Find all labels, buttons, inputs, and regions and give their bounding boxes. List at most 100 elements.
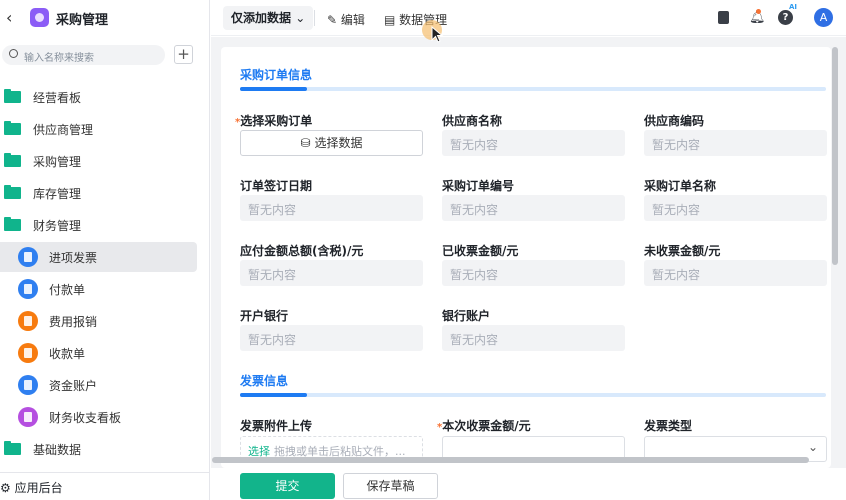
field-label: 供应商名称 — [442, 114, 503, 128]
gear-icon: ⚙ — [0, 481, 11, 495]
document-icon — [18, 247, 38, 267]
section-title-order: 采购订单信息 — [240, 68, 313, 82]
app-backend-link[interactable]: ⚙ 应用后台 — [0, 472, 210, 496]
field-label-invoice-amount: *本次收票金额/元 — [437, 419, 531, 433]
field-label: 订单签订日期 — [240, 179, 313, 193]
save-draft-button[interactable]: 保存草稿 — [343, 473, 438, 499]
sidebar-item-label: 基础数据 — [33, 442, 82, 457]
sidebar-item-payment[interactable]: 付款单 — [0, 274, 197, 304]
ai-badge: AI — [789, 3, 798, 11]
sidebar-item-label: 财务收支看板 — [49, 410, 122, 425]
chevron-left-icon[interactable]: ‹ — [6, 8, 12, 27]
order-date-field[interactable]: 暂无内容 — [240, 195, 423, 221]
sidebar-item-label: 费用报销 — [49, 314, 98, 329]
sidebar-item-label: 库存管理 — [33, 186, 82, 201]
sidebar-item-expense[interactable]: 费用报销 — [0, 306, 197, 336]
sidebar-item-label: 供应商管理 — [33, 122, 94, 137]
sidebar-item-label: 付款单 — [49, 282, 86, 297]
field-label: 应付金额总额(含税)/元 — [240, 244, 364, 258]
folder-icon — [4, 89, 21, 103]
sidebar: ‹ 采购管理 输入名称来搜索 + 经营看板 供应商管理 采购管理 库存管理 财务… — [0, 0, 210, 500]
app-title: 采购管理 — [56, 13, 109, 28]
sidebar-item-finance-dashboard[interactable]: 财务收支看板 — [0, 402, 197, 432]
mode-dropdown[interactable]: 仅添加数据 ⌄ — [223, 6, 314, 30]
add-button[interactable]: + — [174, 45, 193, 64]
edit-button[interactable]: ✎ 编辑 — [327, 11, 365, 28]
field-label: 已收票金额/元 — [442, 244, 519, 258]
section-divider — [240, 393, 826, 397]
sidebar-item-suppliers[interactable]: 供应商管理 — [0, 114, 197, 144]
field-label: 未收票金额/元 — [644, 244, 721, 258]
bank-field[interactable]: 暂无内容 — [240, 325, 423, 351]
divider — [314, 10, 315, 26]
main-area: 采购订单信息 *选择采购订单 ⛁ 选择数据 供应商名称 暂无内容 供应商编码 暂… — [211, 37, 846, 468]
database-icon: ⛁ — [300, 136, 311, 150]
sidebar-item-purchasing[interactable]: 采购管理 — [0, 146, 197, 176]
chevron-down-icon: ⌄ — [807, 440, 818, 454]
search-input[interactable]: 输入名称来搜索 — [2, 45, 165, 65]
sidebar-item-finance[interactable]: 财务管理 — [0, 210, 197, 240]
supplier-code-field[interactable]: 暂无内容 — [644, 130, 827, 156]
field-label: 开户银行 — [240, 309, 289, 323]
table-icon: ▤ — [384, 13, 396, 27]
help-icon[interactable]: ? — [778, 10, 793, 25]
mode-label: 仅添加数据 — [231, 11, 292, 25]
document-icon — [18, 279, 38, 299]
app-backend-label: 应用后台 — [14, 481, 63, 495]
pencil-icon: ✎ — [327, 13, 338, 27]
search-placeholder: 输入名称来搜索 — [24, 53, 94, 64]
horizontal-scrollbar[interactable] — [212, 457, 809, 463]
chevron-down-icon: ⌄ — [295, 11, 306, 25]
field-label: 发票附件上传 — [240, 419, 313, 433]
sidebar-item-label: 经营看板 — [33, 90, 82, 105]
notebook-icon[interactable] — [718, 11, 729, 24]
top-toolbar: 仅添加数据 ⌄ ✎ 编辑 ▤ 数据管理 🔔︎ ? AI A — [211, 0, 846, 36]
order-number-field[interactable]: 暂无内容 — [442, 195, 625, 221]
wallet-icon — [18, 311, 38, 331]
clipboard-icon — [18, 343, 38, 363]
field-label-select-order: *选择采购订单 — [235, 114, 313, 128]
sidebar-item-label: 采购管理 — [33, 154, 82, 169]
mouse-cursor — [422, 20, 444, 43]
supplier-name-field[interactable]: 暂无内容 — [442, 130, 625, 156]
field-label: 供应商编码 — [644, 114, 705, 128]
sidebar-item-dashboard[interactable]: 经营看板 — [0, 82, 197, 112]
sidebar-item-input-invoice[interactable]: 进项发票 — [0, 242, 197, 272]
folder-icon — [4, 121, 21, 135]
document-icon — [18, 375, 38, 395]
field-label: 发票类型 — [644, 419, 693, 433]
select-data-button[interactable]: ⛁ 选择数据 — [240, 130, 423, 156]
sidebar-item-accounts[interactable]: 资金账户 — [0, 370, 197, 400]
order-name-field[interactable]: 暂无内容 — [644, 195, 827, 221]
sidebar-item-label: 财务管理 — [33, 218, 82, 233]
sidebar-item-label: 收款单 — [49, 346, 86, 361]
section-divider — [240, 87, 826, 91]
field-label: 银行账户 — [442, 309, 491, 323]
folder-icon — [4, 153, 21, 167]
form-footer: 提交 保存草稿 — [211, 468, 846, 500]
section-title-invoice: 发票信息 — [240, 374, 289, 388]
total-payable-field[interactable]: 暂无内容 — [240, 260, 423, 286]
folder-icon — [4, 441, 21, 455]
edit-label: 编辑 — [340, 13, 365, 27]
folder-icon — [4, 185, 21, 199]
dashboard-icon — [18, 407, 38, 427]
submit-button[interactable]: 提交 — [240, 473, 335, 499]
uninvoiced-amount-field[interactable]: 暂无内容 — [644, 260, 827, 286]
field-label: 采购订单名称 — [644, 179, 717, 193]
form-card: 采购订单信息 *选择采购订单 ⛁ 选择数据 供应商名称 暂无内容 供应商编码 暂… — [221, 47, 831, 468]
sidebar-item-receipt[interactable]: 收款单 — [0, 338, 197, 368]
sidebar-item-label: 进项发票 — [49, 250, 98, 265]
bank-account-field[interactable]: 暂无内容 — [442, 325, 625, 351]
sidebar-item-label: 资金账户 — [49, 378, 98, 393]
vertical-scrollbar[interactable] — [832, 47, 838, 265]
app-logo — [30, 8, 49, 27]
search-icon — [9, 49, 18, 58]
invoiced-amount-field[interactable]: 暂无内容 — [442, 260, 625, 286]
field-label: 采购订单编号 — [442, 179, 515, 193]
sidebar-item-inventory[interactable]: 库存管理 — [0, 178, 197, 208]
folder-icon — [4, 217, 21, 231]
bell-icon[interactable]: 🔔︎ — [749, 9, 766, 26]
avatar[interactable]: A — [814, 8, 833, 27]
sidebar-item-basic-data[interactable]: 基础数据 — [0, 434, 197, 464]
